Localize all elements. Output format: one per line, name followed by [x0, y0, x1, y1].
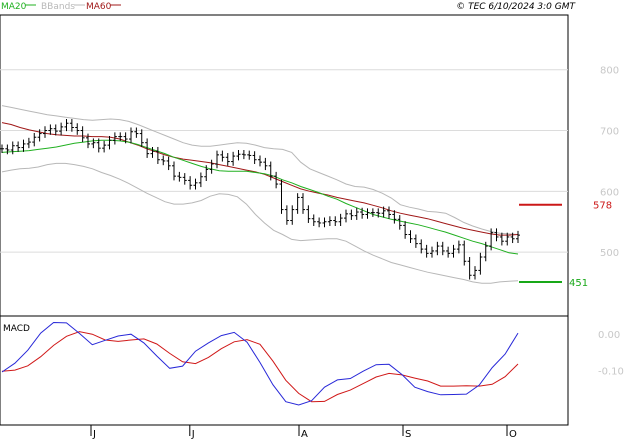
legend-ma20-label: MA20 — [1, 2, 27, 12]
price-y-tick-label: 700 — [600, 127, 619, 138]
legend-bbands-label: BBands — [41, 2, 75, 12]
macd-y-tick-label: 0.00 — [598, 330, 620, 341]
stock-chart: MA20 BBands MA60 © TEC 6/10/2024 3:0 GMT… — [0, 2, 624, 440]
macd-panel: MACD 0.00 -0.10 — [0, 315, 624, 426]
price-y-tick-label: 500 — [600, 248, 619, 259]
price-y-tick-label: 600 — [600, 187, 619, 198]
copyright-text: © TEC 6/10/2024 3:0 GMT — [456, 2, 576, 12]
x-month-label: J — [191, 429, 195, 440]
price-panel-frame — [0, 14, 569, 317]
price-panel: 500 600 700 800 578 451 — [0, 14, 619, 317]
x-month-label: J — [92, 429, 96, 440]
macd-y-axis: 0.00 -0.10 — [598, 330, 624, 377]
chart-legend: MA20 BBands MA60 — [1, 2, 121, 12]
macd-title: MACD — [3, 324, 30, 334]
price-y-tick-label: 800 — [600, 66, 619, 77]
legend-ma60-label: MA60 — [86, 2, 112, 12]
macd-y-tick-label: -0.10 — [598, 367, 624, 378]
x-month-label: S — [405, 429, 411, 440]
x-month-label: A — [301, 429, 308, 440]
price-y-axis: 500 600 700 800 — [600, 66, 619, 259]
level-marker-label: 451 — [569, 278, 588, 289]
level-marker-label: 578 — [593, 201, 612, 212]
x-axis: JJASO — [0, 424, 568, 440]
x-month-label: O — [509, 429, 517, 440]
